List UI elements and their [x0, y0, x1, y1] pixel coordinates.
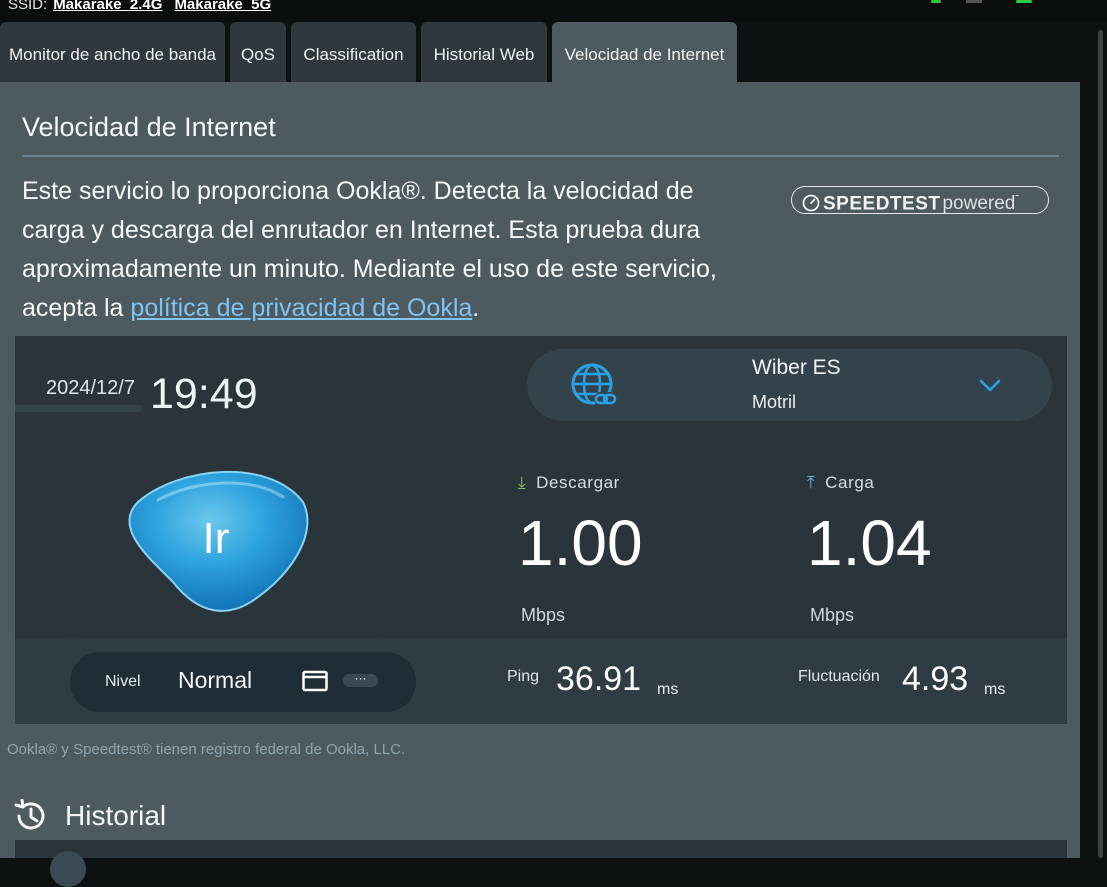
download-label-text: Descargar [536, 473, 620, 492]
upload-label-text: Carga [825, 473, 875, 492]
upload-unit: Mbps [810, 605, 855, 625]
download-value: 1.00 [518, 507, 643, 579]
upload-label: ⤒ Carga [807, 473, 874, 493]
globe-link-icon [571, 363, 618, 406]
history-icon [14, 799, 45, 830]
speedometer-icon [802, 194, 820, 212]
tab-historial-web[interactable]: Historial Web [421, 22, 547, 82]
speedtest-powered-badge: SPEEDTEST powered˜ [791, 186, 1049, 214]
more-options-button[interactable]: ··· [343, 672, 378, 687]
ssid-link-2g[interactable]: Makarake_2.4G [53, 0, 162, 13]
history-item-avatar [50, 851, 86, 887]
level-label: Nivel [105, 673, 141, 690]
speedtest-mark: ˜ [1015, 194, 1019, 205]
legal-notice: Ookla® y Speedtest® tienen registro fede… [7, 741, 406, 758]
ssid-link-5g[interactable]: Makarake_5G [174, 0, 271, 13]
download-arrow-icon: ⤓ [518, 473, 527, 492]
go-button-label[interactable]: Ir [186, 514, 246, 564]
server-name: Wiber ES [752, 356, 841, 379]
test-time: 19:49 [150, 370, 258, 418]
jitter-label: Fluctuación [798, 668, 880, 685]
jitter-unit: ms [984, 681, 1006, 698]
signal-indicator-icon [1016, 0, 1032, 3]
ping-value: 36.91 [556, 660, 642, 698]
jitter-value: 4.93 [902, 660, 969, 698]
tab-velocidad-internet[interactable]: Velocidad de Internet [552, 22, 737, 82]
title-divider [22, 155, 1059, 157]
download-label: ⤓ Descargar [518, 473, 620, 493]
chevron-down-icon[interactable] [978, 376, 1002, 394]
scrollbar-thumb[interactable] [1098, 30, 1103, 858]
date-underline [15, 405, 141, 412]
history-title: Historial [65, 800, 167, 831]
tab-classification[interactable]: Classification [291, 22, 416, 82]
tab-monitor-ancho-banda[interactable]: Monitor de ancho de banda [0, 22, 225, 82]
window-icon[interactable] [302, 670, 328, 692]
status-dash-icon [966, 0, 982, 3]
status-indicator-icon [931, 0, 941, 3]
level-value[interactable]: Normal [178, 667, 252, 694]
test-date: 2024/12/7 [46, 377, 135, 399]
server-city: Motril [752, 392, 796, 412]
top-status-bar: SSID: Makarake_2.4G Makarake_5G [0, 0, 1107, 22]
ssid-label: SSID: [8, 0, 48, 13]
tab-qos[interactable]: QoS [230, 22, 286, 82]
privacy-policy-link[interactable]: política de privacidad de Ookla [130, 294, 472, 322]
ssid-line: SSID: Makarake_2.4G Makarake_5G [8, 0, 283, 13]
upload-value: 1.04 [807, 507, 932, 579]
history-card [15, 840, 1067, 858]
ping-label: Ping [507, 668, 540, 685]
speedtest-powered-label: powered [942, 193, 1016, 215]
page-title: Velocidad de Internet [22, 112, 276, 142]
download-unit: Mbps [521, 605, 566, 625]
service-description: Este servicio lo proporciona Ookla®. Det… [22, 172, 762, 328]
upload-arrow-icon: ⤒ [807, 473, 816, 492]
description-end: . [472, 294, 480, 322]
speedtest-brand: SPEEDTEST [823, 193, 941, 215]
ping-unit: ms [657, 681, 679, 698]
